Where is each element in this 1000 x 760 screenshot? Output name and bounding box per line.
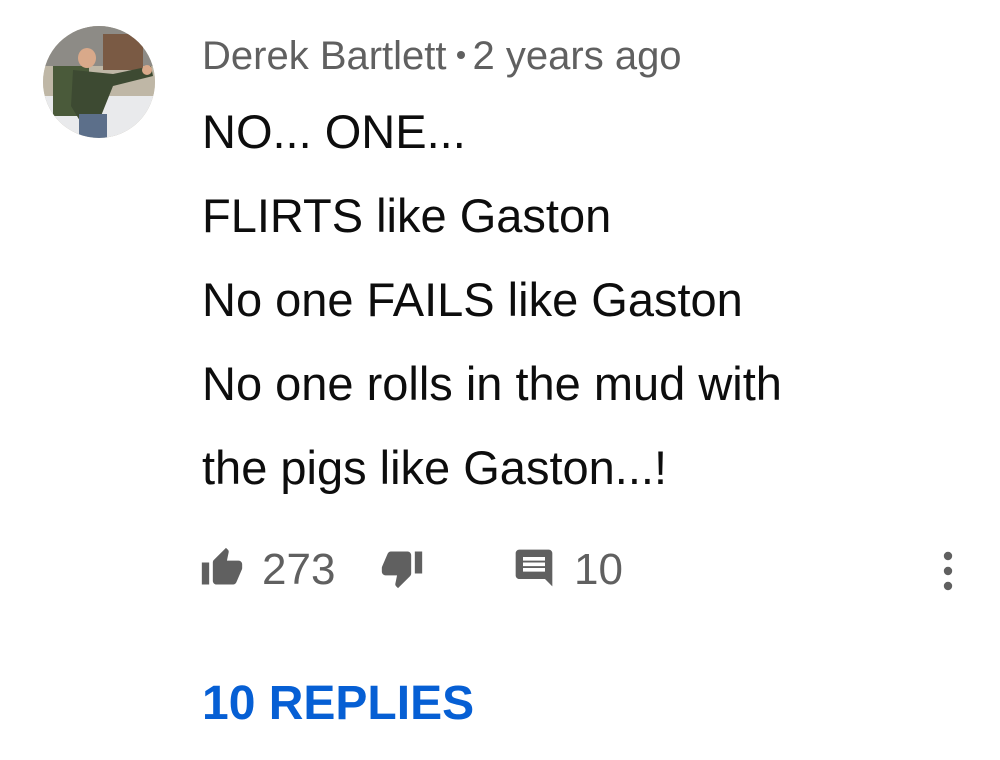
thumbs-down-icon <box>381 551 423 589</box>
comment-icon <box>515 549 553 587</box>
author-name[interactable]: Derek Bartlett <box>202 34 447 78</box>
thumbs-up-icon <box>201 547 243 585</box>
comment-header: Derek Bartlett 2 years ago <box>202 32 682 80</box>
more-options-button[interactable] <box>930 548 966 594</box>
more-vert-icon <box>943 551 953 591</box>
comment-action-bar: 273 10 <box>200 540 980 600</box>
reply-count: 10 <box>574 545 623 594</box>
comment-text: NO... ONE... FLIRTS like Gaston No one F… <box>202 90 982 510</box>
avatar-image <box>43 26 155 138</box>
comment-card: Derek Bartlett 2 years ago NO... ONE... F… <box>0 0 1000 760</box>
header-separator-dot <box>456 51 465 60</box>
like-button[interactable] <box>200 540 244 596</box>
comment-line: FLIRTS like Gaston <box>202 189 612 242</box>
dislike-button[interactable] <box>380 540 424 596</box>
like-count: 273 <box>262 545 336 594</box>
comment-line: NO... ONE... <box>202 105 466 158</box>
reply-button[interactable] <box>512 540 556 596</box>
comment-line: No one FAILS like Gaston <box>202 273 743 326</box>
comment-timestamp[interactable]: 2 years ago <box>473 34 682 78</box>
comment-line: No one rolls in the mud with <box>202 357 782 410</box>
view-replies-link[interactable]: 10 REPLIES <box>202 676 474 732</box>
comment-line: the pigs like Gaston...! <box>202 441 668 494</box>
avatar[interactable] <box>43 26 155 138</box>
